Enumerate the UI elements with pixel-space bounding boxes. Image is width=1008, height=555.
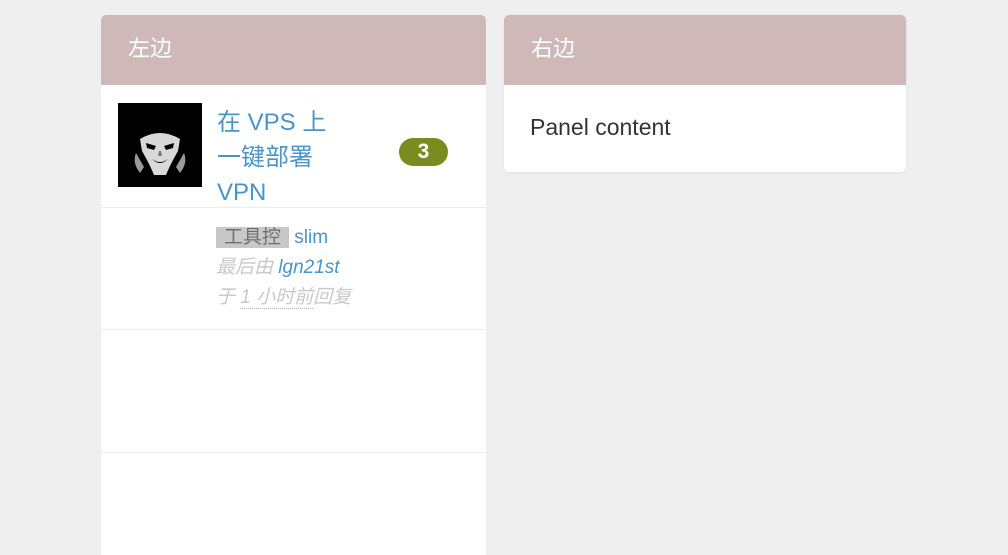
time-ago: 1 小时前 xyxy=(240,287,314,309)
last-reply-user-link[interactable]: lgn21st xyxy=(278,257,339,278)
right-panel: 右边 Panel content xyxy=(504,15,906,172)
topic-title-link[interactable]: 在 VPS 上一键部署 VPN xyxy=(217,105,347,210)
right-panel-title: 右边 xyxy=(504,15,906,85)
last-reply-prefix: 最后由 xyxy=(216,257,279,278)
topic-meta: 工具控 slim 最后由 lgn21st 于 1 小时前回复 xyxy=(216,223,366,313)
panel-content: Panel content xyxy=(530,114,671,140)
mask-avatar-icon xyxy=(118,103,202,187)
topic-row: 在 VPS 上一键部署 VPN 3 xyxy=(101,85,486,207)
node-tag[interactable]: 工具控 xyxy=(216,227,290,248)
topic-meta-row: 工具控 slim 最后由 lgn21st 于 1 小时前回复 xyxy=(101,207,486,330)
empty-row xyxy=(101,329,486,452)
left-panel: 左边 在 VPS 上一键部署 VPN 3 工具控 slim 最后由 lgn21s… xyxy=(101,15,486,555)
empty-row xyxy=(101,452,486,555)
last-reply-suffix: 回复 xyxy=(313,287,352,308)
avatar[interactable] xyxy=(118,103,202,187)
last-reply-in: 于 xyxy=(216,287,241,308)
left-panel-title: 左边 xyxy=(101,15,486,85)
last-reply-info: 最后由 lgn21st 于 1 小时前回复 xyxy=(216,257,351,309)
reply-count-badge[interactable]: 3 xyxy=(399,138,448,166)
author-link[interactable]: slim xyxy=(294,227,328,248)
